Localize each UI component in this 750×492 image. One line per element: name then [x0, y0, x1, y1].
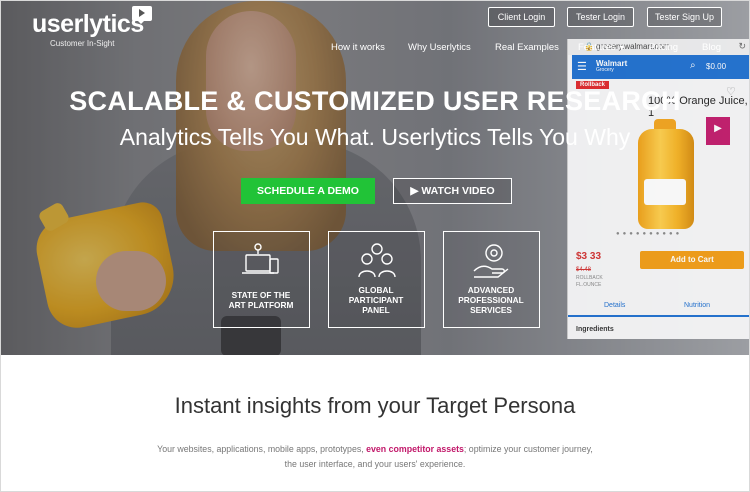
- play-bubble-icon: [132, 6, 152, 24]
- nav-features-label: Features: [578, 42, 616, 53]
- feature-services-line1: ADVANCED: [467, 285, 515, 295]
- section-text-highlight: even competitor assets: [366, 444, 464, 454]
- watch-video-button[interactable]: ▶ WATCH VIDEO: [393, 178, 512, 204]
- logo-wordmark: userlytics: [32, 10, 144, 38]
- feature-panel[interactable]: GLOBAL PARTICIPANT PANEL: [328, 231, 425, 328]
- section-text-c: the user interface, and your users' expe…: [284, 459, 466, 469]
- feature-services[interactable]: ADVANCED PROFESSIONAL SERVICES: [443, 231, 540, 328]
- tester-signup-button[interactable]: Tester Sign Up: [647, 7, 722, 27]
- phone-tabs: Details Nutrition: [568, 297, 749, 317]
- phone-ingredients: Ingredients: [576, 326, 614, 333]
- carousel-dots: ●●●●●●●●●●: [616, 231, 683, 237]
- phone-price: $3 33: [576, 251, 602, 262]
- nav-how-it-works[interactable]: How it works: [331, 42, 385, 53]
- services-icon: [473, 244, 508, 278]
- phone-tab-nutrition: Nutrition: [684, 302, 711, 309]
- feature-platform-line2: ART PLATFORM: [228, 300, 294, 310]
- feature-services-line3: SERVICES: [470, 305, 512, 315]
- phone-add-to-cart: Add to Cart: [640, 251, 744, 269]
- phone-rollback-note: ROLLBACK: [576, 275, 603, 281]
- participants-icon: [357, 243, 396, 278]
- phone-tab-details: Details: [604, 302, 626, 309]
- nav-features[interactable]: Features ▼: [578, 42, 625, 53]
- userlytics-logo[interactable]: userlytics™ Customer In-Sight: [32, 6, 152, 48]
- section-description: Your websites, applications, mobile apps…: [0, 442, 750, 472]
- feature-panel-line1: GLOBAL: [358, 285, 394, 295]
- watch-video-label: WATCH VIDEO: [421, 185, 495, 197]
- section-title: Instant insights from your Target Person…: [174, 393, 576, 418]
- feature-services-line2: PROFESSIONAL: [458, 295, 524, 305]
- nav-pricing[interactable]: Pricing: [649, 42, 678, 53]
- feature-platform-line1: STATE OF THE: [231, 290, 291, 300]
- nav-blog[interactable]: Blog: [702, 42, 721, 53]
- hero-subhead: Analytics Tells You What. Userlytics Tel…: [119, 124, 631, 150]
- phone-mockup: 🔒 grocery.walmart.com ↻ ☰ Walmart Grocery…: [567, 39, 749, 339]
- phone-cart: $0.00: [706, 62, 727, 71]
- phone-store-header: ☰ Walmart Grocery ⌕ $0.00: [572, 55, 749, 79]
- reload-icon: ↻: [738, 41, 746, 51]
- schedule-demo-button[interactable]: SCHEDULE A DEMO: [241, 178, 375, 204]
- section-text-a: Your websites, applications, mobile apps…: [157, 444, 367, 454]
- phone-unit: FL.OUNCE: [576, 282, 602, 288]
- hero-headline: SCALABLE & CUSTOMIZED USER RESEARCH: [69, 86, 681, 116]
- client-login-button[interactable]: Client Login: [488, 7, 555, 27]
- phone-was-price: $4.48: [576, 267, 592, 273]
- search-icon: ⌕: [690, 60, 696, 71]
- feature-panel-line3: PANEL: [362, 305, 390, 315]
- caret-down-icon: ▼: [618, 45, 626, 52]
- menu-icon: ☰: [577, 61, 587, 73]
- nav-why-userlytics[interactable]: Why Userlytics: [408, 42, 471, 53]
- play-circle-icon: ▶: [410, 185, 419, 197]
- section-text-b: ; optimize your customer journey,: [463, 444, 593, 454]
- feature-panel-line2: PARTICIPANT: [348, 295, 404, 305]
- tester-login-button[interactable]: Tester Login: [567, 7, 634, 27]
- nav-real-examples[interactable]: Real Examples: [495, 42, 559, 53]
- logo-tagline: Customer In-Sight: [50, 39, 115, 48]
- platform-icon: [241, 243, 279, 274]
- feature-platform[interactable]: STATE OF THE ART PLATFORM: [213, 231, 310, 328]
